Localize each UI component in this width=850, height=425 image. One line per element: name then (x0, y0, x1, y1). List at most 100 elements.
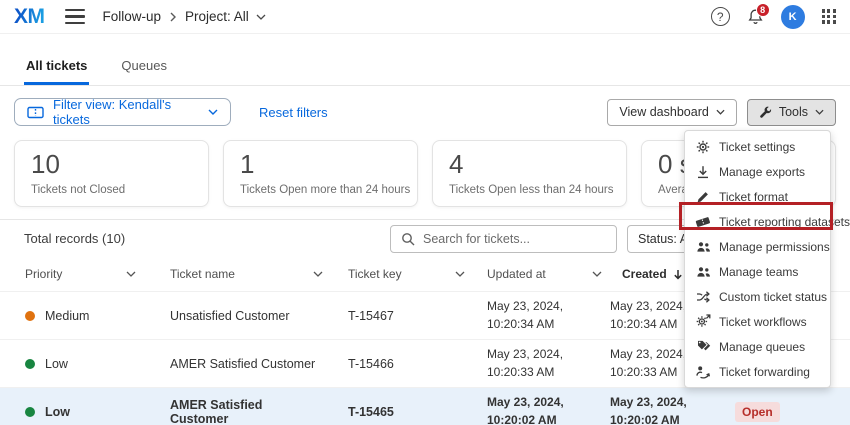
menu-item-ticket-workflows[interactable]: Ticket workflows (685, 309, 830, 334)
menu-item-ticket-forwarding[interactable]: Ticket forwarding (685, 359, 830, 384)
priority-dot (25, 407, 35, 417)
menu-item-label: Ticket settings (719, 140, 795, 154)
person-forward-icon (695, 364, 711, 379)
view-dashboard-label: View dashboard (619, 105, 708, 119)
notifications-button[interactable]: 8 (747, 8, 764, 26)
breadcrumb-project-dropdown[interactable]: Project: All (185, 9, 266, 24)
top-bar: XM Follow-up Project: All ? (0, 0, 850, 34)
updated-at-cell: May 23, 2024, 10:20:33 AM (481, 346, 604, 381)
wrench-icon (759, 106, 772, 119)
notification-count-badge: 8 (756, 3, 770, 17)
search-box[interactable] (390, 225, 617, 253)
menu-item-manage-permissions[interactable]: Manage permissions (685, 234, 830, 259)
menu-item-ticket-reporting-datasets[interactable]: Ticket reporting datasets (685, 209, 830, 234)
column-label: Ticket key (348, 267, 402, 281)
menu-item-ticket-settings[interactable]: Ticket settings (685, 134, 830, 159)
tools-button[interactable]: Tools (747, 99, 836, 126)
tab-queues[interactable]: Queues (119, 58, 169, 85)
menu-item-label: Manage exports (719, 165, 805, 179)
ticket-icon (695, 214, 711, 229)
chevron-down-icon (815, 109, 824, 115)
breadcrumb: Follow-up Project: All (103, 9, 266, 24)
updated-at-cell: May 23, 2024, 10:20:02 AM (481, 394, 604, 425)
tools-label: Tools (779, 105, 808, 119)
sort-descending-icon (673, 269, 683, 280)
filter-view-label: Filter view: Kendall's tickets (53, 97, 199, 127)
tools-dropdown-menu: Ticket settings Manage exports Ticket fo… (684, 130, 831, 388)
topbar-actions: ? 8 K (711, 5, 836, 29)
priority-label: Low (45, 405, 70, 419)
column-header-priority[interactable]: Priority (14, 267, 154, 281)
priority-cell: Low (14, 357, 154, 371)
column-label: Ticket name (170, 267, 235, 281)
xm-logo: XM (14, 5, 45, 29)
people-icon (695, 264, 711, 279)
stat-label: Tickets not Closed (31, 184, 192, 196)
filter-toolbar: Filter view: Kendall's tickets Reset fil… (0, 86, 850, 136)
gear-icon (695, 139, 711, 154)
menu-item-label: Ticket format (719, 190, 788, 204)
ticket-key-cell: T-15467 (341, 309, 481, 323)
chevron-down-icon[interactable] (126, 271, 136, 277)
menu-item-manage-exports[interactable]: Manage exports (685, 159, 830, 184)
created-cell: May 23, 2024, 10:20:02 AM (604, 394, 727, 425)
help-icon[interactable]: ? (711, 7, 730, 26)
people-icon (695, 239, 711, 254)
column-header-updated-at[interactable]: Updated at (481, 267, 616, 281)
priority-dot (25, 311, 35, 321)
table-row-highlighted[interactable]: Low AMER Satisfied Customer T-15465 May … (0, 387, 850, 425)
updated-at-cell: May 23, 2024, 10:20:34 AM (481, 298, 604, 333)
priority-cell: Low (14, 405, 154, 419)
menu-item-label: Ticket reporting datasets (719, 215, 850, 229)
reset-filters-link[interactable]: Reset filters (259, 105, 328, 120)
search-icon (401, 232, 415, 246)
gear-arrow-icon (695, 314, 711, 329)
menu-item-label: Manage permissions (719, 240, 830, 254)
ticket-key-cell: T-15466 (341, 357, 481, 371)
hamburger-menu-icon[interactable] (65, 9, 85, 24)
app-grid-icon[interactable] (822, 9, 836, 23)
menu-item-label: Custom ticket status (719, 290, 827, 304)
priority-label: Medium (45, 309, 89, 323)
stat-value: 1 (240, 150, 401, 179)
stat-value: 4 (449, 150, 610, 179)
app-window: XM Follow-up Project: All ? (0, 0, 850, 425)
chevron-down-icon (208, 109, 218, 115)
ticket-name-cell: AMER Satisfied Customer (154, 398, 341, 425)
stat-label: Tickets Open more than 24 hours (240, 184, 401, 196)
breadcrumb-section[interactable]: Follow-up (103, 9, 162, 24)
column-header-ticket-key[interactable]: Ticket key (341, 267, 481, 281)
tab-all-tickets[interactable]: All tickets (24, 58, 89, 85)
column-header-ticket-name[interactable]: Ticket name (154, 267, 341, 281)
chevron-down-icon[interactable] (313, 271, 323, 277)
chevron-down-icon[interactable] (455, 271, 465, 277)
avatar[interactable]: K (781, 5, 805, 29)
stat-value: 10 (31, 150, 192, 179)
ticket-icon (27, 106, 44, 119)
chevron-down-icon (256, 14, 266, 20)
menu-item-manage-teams[interactable]: Manage teams (685, 259, 830, 284)
tags-icon (695, 339, 711, 354)
column-label: Priority (25, 267, 62, 281)
menu-item-label: Manage queues (719, 340, 805, 354)
total-records-label: Total records (10) (14, 231, 125, 246)
search-input[interactable] (423, 232, 606, 246)
download-icon (695, 164, 711, 179)
stat-card-open-less-24h: 4 Tickets Open less than 24 hours (432, 140, 627, 207)
menu-item-manage-queues[interactable]: Manage queues (685, 334, 830, 359)
ticket-name-cell: AMER Satisfied Customer (154, 357, 341, 371)
chevron-down-icon (716, 109, 725, 115)
status-cell: Open (727, 402, 836, 422)
chevron-right-icon (170, 12, 176, 22)
menu-item-ticket-format[interactable]: Ticket format (685, 184, 830, 209)
chevron-down-icon[interactable] (592, 271, 602, 277)
stat-card-not-closed: 10 Tickets not Closed (14, 140, 209, 207)
breadcrumb-project-label: Project: All (185, 9, 249, 24)
menu-item-label: Ticket forwarding (719, 365, 810, 379)
priority-dot (25, 359, 35, 369)
filter-view-dropdown[interactable]: Filter view: Kendall's tickets (14, 98, 231, 126)
view-dashboard-button[interactable]: View dashboard (607, 99, 736, 126)
menu-item-custom-ticket-status[interactable]: Custom ticket status (685, 284, 830, 309)
menu-item-label: Manage teams (719, 265, 798, 279)
toolbar-buttons: View dashboard Tools (607, 99, 836, 126)
